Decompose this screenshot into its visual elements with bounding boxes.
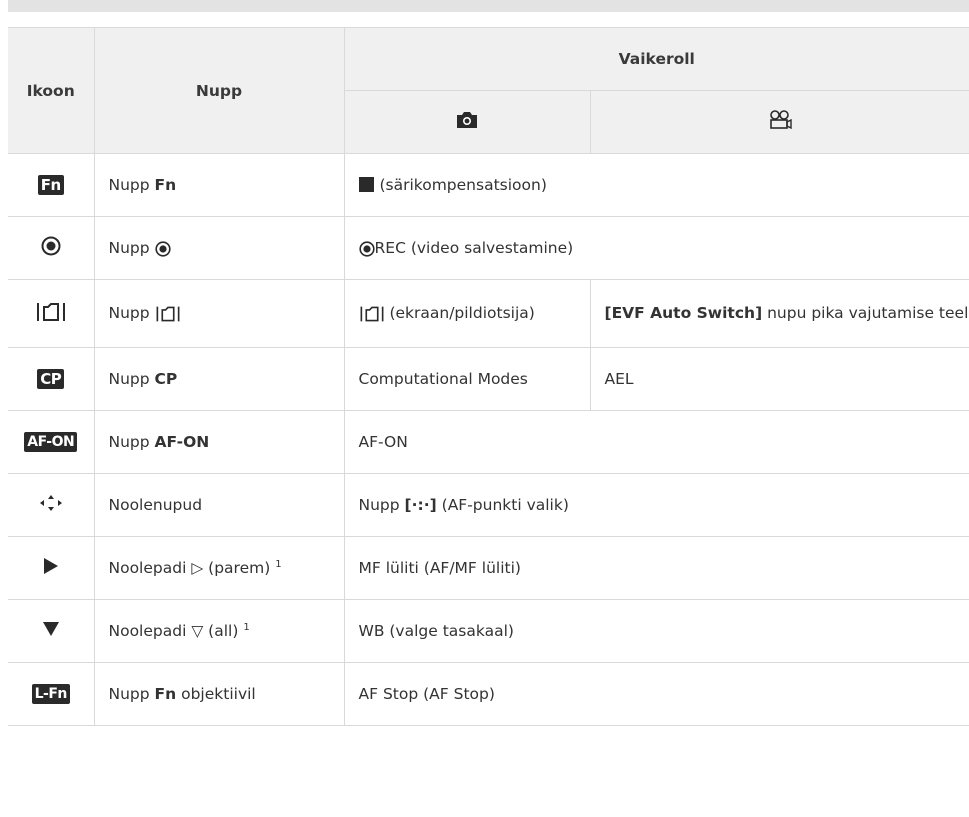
right-arrow-icon — [43, 558, 58, 574]
role-video: AEL — [589, 347, 969, 411]
record-icon — [154, 240, 171, 257]
button-prefix: Nupp — [108, 685, 150, 703]
fn-icon: Fn — [37, 175, 64, 195]
table-row: Noolepadi ▽ (all) 1 WB (valge tasakaal) — [8, 599, 969, 663]
button-prefix: Nupp — [108, 176, 150, 194]
button-bold: Fn — [154, 176, 177, 194]
movie-camera-icon — [769, 110, 792, 130]
footnote-marker: 1 — [243, 621, 250, 633]
button-text: Noolenupud — [93, 473, 344, 537]
header-button-column: Nupp — [93, 27, 344, 154]
table-row: CP Nupp CP Computational Modes AEL — [8, 347, 969, 411]
role-text: (AF-punkti valik) — [441, 496, 569, 514]
table-row: Nupp REC (video salvestamine) — [8, 216, 969, 280]
monitor-viewfinder-icon — [36, 302, 65, 321]
role-text: WB (valge tasakaal) — [343, 599, 969, 663]
role-text: AF-ON — [343, 410, 969, 474]
button-bold: AF-ON — [154, 433, 210, 451]
button-function-table: Ikoon Nupp Vaikeroll Fn Nupp Fn (särikom… — [8, 27, 969, 726]
monitor-viewfinder-icon — [360, 306, 383, 322]
header-icon-column: Ikoon — [8, 27, 94, 154]
header-default-role: Vaikeroll — [343, 27, 969, 91]
button-prefix: Nupp — [108, 239, 150, 257]
header-photo-column — [343, 90, 590, 154]
table-row: Nupp (ekraan/pildiotsija) [EVF Auto Swit… — [8, 279, 969, 348]
button-suffix: objektiivil — [181, 685, 256, 703]
table-row: Noolenupud Nupp [·:·] (AF-punkti valik) — [8, 473, 969, 537]
header-video-column — [589, 90, 969, 154]
role-text: MF lüliti (AF/MF lüliti) — [343, 536, 969, 600]
button-prefix: Nupp — [108, 370, 150, 388]
table-row: Noolepadi ▷ (parem) 1 MF lüliti (AF/MF l… — [8, 536, 969, 600]
button-bold: Fn — [154, 685, 177, 703]
table-row: L-Fn Nupp Fn objektiivil AF Stop (AF Sto… — [8, 662, 969, 726]
button-text: Noolepadi ▷ (parem) — [108, 559, 271, 578]
af-on-icon: AF-ON — [24, 432, 78, 452]
down-arrow-icon — [42, 622, 59, 636]
role-text: (ekraan/pildiotsija) — [389, 304, 535, 323]
camera-icon — [457, 112, 477, 128]
record-icon — [41, 236, 61, 256]
button-prefix: Nupp — [108, 433, 150, 451]
cp-icon: CP — [37, 369, 65, 389]
role-photo: Computational Modes — [343, 347, 590, 411]
button-bold: CP — [154, 370, 178, 388]
button-prefix: Nupp — [108, 304, 150, 323]
table-row: AF-ON Nupp AF-ON AF-ON — [8, 410, 969, 474]
top-divider-bar — [8, 0, 969, 12]
table-row: Fn Nupp Fn (särikompensatsioon) — [8, 153, 969, 217]
role-text: nupu pika vajutamise teel — [767, 304, 969, 322]
button-text: Noolepadi ▽ (all) — [108, 622, 239, 641]
role-text: AF Stop (AF Stop) — [343, 662, 969, 726]
evf-auto-switch-label: [EVF Auto Switch] — [604, 304, 763, 322]
role-text: (särikompensatsioon) — [379, 176, 547, 194]
exposure-compensation-icon — [358, 177, 374, 192]
role-prefix: Nupp — [358, 496, 400, 514]
role-text: REC (video salvestamine) — [374, 239, 574, 257]
af-target-icon: [·:·] — [404, 496, 437, 514]
l-fn-icon: L-Fn — [31, 684, 70, 704]
arrow-pad-icon — [39, 495, 62, 511]
monitor-viewfinder-icon — [156, 306, 180, 322]
record-icon — [358, 240, 375, 257]
footnote-marker: 1 — [275, 558, 282, 570]
